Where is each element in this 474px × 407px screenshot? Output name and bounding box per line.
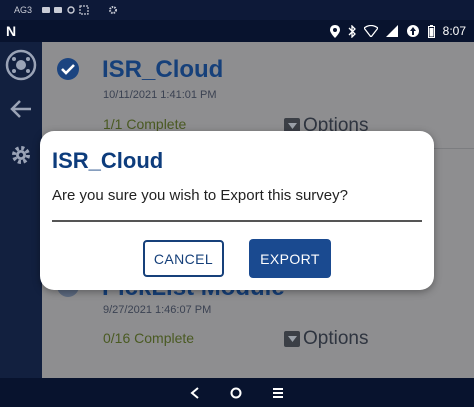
options-box-icon	[284, 331, 300, 347]
survey-date: 9/27/2021 1:46:07 PM	[103, 304, 212, 316]
back-button[interactable]	[0, 96, 42, 122]
nav-home-icon[interactable]	[230, 387, 242, 399]
survey-status: 1/1 Complete	[103, 116, 187, 132]
wifi-icon	[363, 25, 378, 37]
system-nav-bar	[0, 378, 474, 407]
status-icons: 8:07	[329, 24, 466, 38]
nav-back-icon[interactable]	[190, 386, 200, 399]
satellite-icon	[5, 49, 37, 81]
check-circle-icon[interactable]	[56, 57, 80, 81]
device-label: AG3	[14, 5, 33, 15]
nav-recents-icon[interactable]	[272, 387, 284, 398]
location-icon	[329, 24, 340, 38]
clock: 8:07	[442, 24, 466, 38]
options-button[interactable]: Options	[284, 328, 368, 350]
survey-date: 10/11/2021 1:41:01 PM	[103, 89, 217, 101]
upload-badge-icon	[406, 25, 419, 37]
signal-icon	[385, 25, 398, 37]
sidebar	[0, 42, 42, 378]
dialog-divider	[52, 220, 422, 222]
survey-title: ISR_Cloud	[102, 56, 224, 83]
settings-gear-icon	[12, 146, 30, 164]
dialog-title: ISR_Cloud	[52, 148, 164, 173]
battery-icon	[427, 24, 435, 38]
gear-small-icon	[109, 6, 118, 14]
top-system-strip: AG3	[0, 0, 474, 20]
bluetooth-icon	[348, 24, 356, 38]
dialog-message: Are you sure you wish to Export this sur…	[52, 187, 348, 204]
satellite-menu-button[interactable]	[0, 48, 42, 82]
settings-button[interactable]	[0, 142, 42, 168]
app-logo: N	[6, 23, 17, 39]
options-label: Options	[303, 328, 369, 349]
status-bar: N 8:07	[0, 20, 474, 42]
back-arrow-icon	[10, 100, 31, 118]
survey-row-isr-cloud[interactable]: ISR_Cloud 10/11/2021 1:41:01 PM 1/1 Comp…	[42, 42, 474, 142]
notification-icons	[42, 5, 89, 15]
survey-status: 0/16 Complete	[103, 330, 195, 346]
export-confirm-dialog: ISR_Cloud Are you sure you wish to Expor…	[40, 131, 434, 290]
export-button[interactable]: EXPORT	[249, 239, 331, 278]
cancel-button[interactable]: CANCEL	[143, 240, 224, 277]
